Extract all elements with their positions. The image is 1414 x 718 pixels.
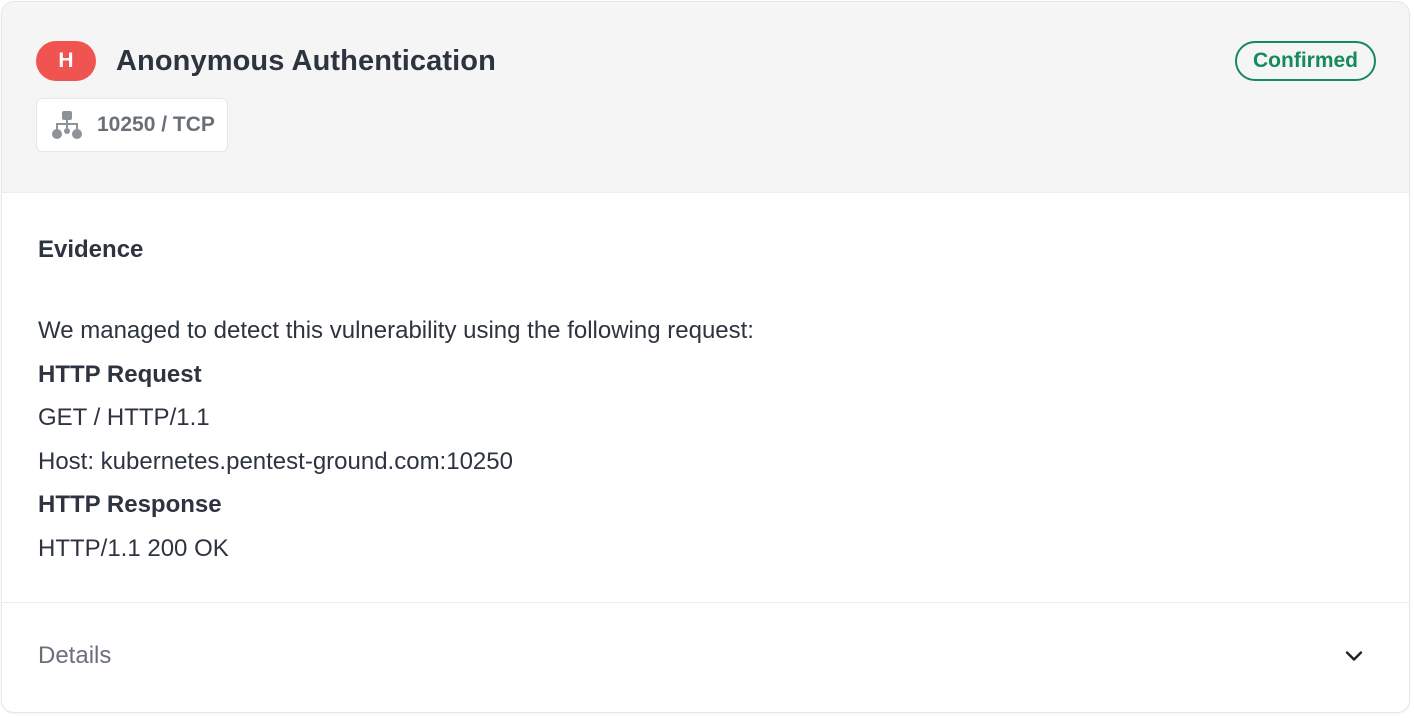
request-line: GET / HTTP/1.1 <box>38 404 210 432</box>
finding-title: Anonymous Authentication <box>116 45 496 77</box>
chevron-down-icon[interactable] <box>1341 643 1367 669</box>
details-toggle[interactable]: Details <box>2 603 1409 712</box>
details-label: Details <box>38 642 112 669</box>
finding-card: H Anonymous Authentication Confirmed 102… <box>2 2 1409 712</box>
status-badge: Confirmed <box>1235 41 1376 81</box>
network-icon <box>49 107 85 143</box>
request-line: Host: kubernetes.pentest-ground.com:1025… <box>38 447 513 475</box>
response-heading: HTTP Response <box>38 491 222 519</box>
port-chip: 10250 / TCP <box>36 98 228 152</box>
request-heading: HTTP Request <box>38 360 202 388</box>
evidence-section: Evidence We managed to detect this vulne… <box>38 233 1373 571</box>
evidence-intro: We managed to detect this vulnerability … <box>38 317 754 344</box>
content-panel: Evidence We managed to detect this vulne… <box>2 192 1409 712</box>
severity-badge: H <box>36 41 96 81</box>
evidence-heading: Evidence <box>38 236 144 263</box>
response-line: HTTP/1.1 200 OK <box>38 534 229 562</box>
port-label: 10250 / TCP <box>97 113 215 136</box>
